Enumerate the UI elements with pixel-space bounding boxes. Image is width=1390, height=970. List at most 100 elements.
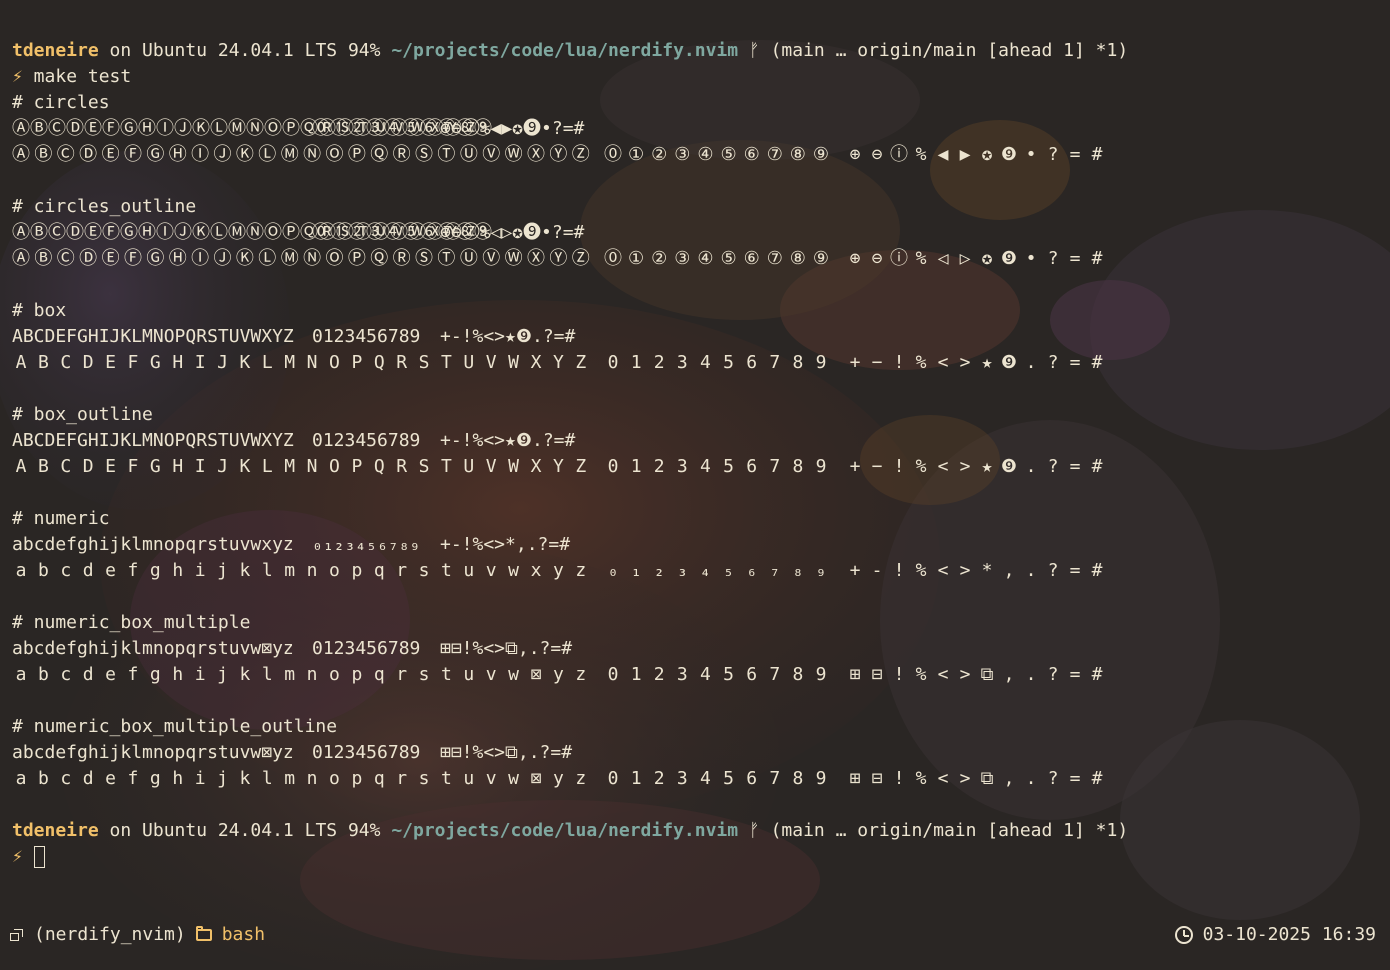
glyph: D (82, 352, 94, 373)
glyph: ⊞ (849, 664, 861, 685)
glyph: a (15, 664, 27, 685)
glyph: ? (1047, 664, 1059, 685)
glyph: ₃ (676, 560, 688, 581)
glyph: 2 (653, 352, 665, 373)
glyph: , (1003, 560, 1015, 581)
glyph: Ⓡ (392, 144, 411, 165)
section-title: # circles (12, 92, 110, 113)
glyph: y (552, 560, 564, 581)
glyph: f (127, 664, 139, 685)
glyph: ⊟ (871, 768, 883, 789)
glyph: Ⓛ (258, 144, 277, 165)
glyph: Ⓓ (79, 144, 98, 165)
prompt-user: tdeneire (12, 820, 99, 841)
section-title: # numeric_box_multiple_outline (12, 716, 338, 737)
compact-group: 0123456789 (312, 638, 421, 659)
glyph: X (530, 456, 542, 477)
glyph: . (1025, 352, 1037, 373)
glyph: , (1003, 664, 1015, 685)
glyph: v (485, 768, 497, 789)
glyph: Ⓟ (347, 144, 366, 165)
glyph: − (871, 352, 883, 373)
glyph: Y (552, 456, 564, 477)
glyph: H (172, 352, 184, 373)
glyph: J (217, 456, 228, 477)
glyph: . (1025, 664, 1037, 685)
compact-row: ⒶⒷⒸⒹⒺⒻⒼⒽⒾⒿⓀⓁⓂⓃⓄⓅⓆⓇⓈⓉⓊⓋⓌⓍⓎⓏ ⓪①②③④⑤⑥⑦⑧⑨ ⊕⊖ⓘ%… (12, 116, 1378, 142)
glyph: Ⓡ (392, 248, 411, 269)
glyph: 5 (723, 768, 734, 789)
glyph: Ⓐ (12, 248, 30, 269)
glyph: ⊟ (871, 664, 883, 685)
glyph: < (937, 352, 949, 373)
glyph: e (105, 768, 116, 789)
glyph: < (937, 560, 949, 581)
glyph: g (149, 560, 161, 581)
window-name[interactable]: bash (222, 922, 265, 948)
glyph: Ⓖ (146, 248, 165, 269)
glyph: = (1069, 664, 1081, 685)
glyph: T (441, 352, 452, 373)
text-cursor[interactable] (33, 846, 45, 868)
glyph: 2 (653, 768, 665, 789)
spaced-row: a b c d e f g h i j k l m n o p q r s t u v w x y z ₀ ₁ ₂ ₃ ₄ ₅ ₆ ₇ ₈ ₉ + -!%… (12, 558, 1378, 584)
compact-group: +-!%<>★❾.?=# (440, 326, 576, 347)
glyph: 7 (769, 664, 781, 685)
glyph: ⓘ (890, 248, 908, 269)
glyph: o (329, 768, 340, 789)
section-title: # numeric (12, 508, 110, 529)
glyph: r (396, 768, 408, 789)
glyph: ④ (697, 144, 714, 165)
glyph: ✪ (981, 144, 993, 165)
glyph: ③ (674, 144, 691, 165)
glyph: b (37, 560, 49, 581)
input-line[interactable]: ⚡ (12, 844, 1378, 870)
prompt-path: ~/projects/code/lua/nerdify.nvim (391, 820, 739, 841)
folder-icon (195, 926, 212, 941)
spaced-row: A B C D E F G H I J K L M N O P Q R S T U V W X Y Z 0 1 2 3 4 5 6 7 8 9 + −!%… (12, 454, 1378, 480)
glyph: C (60, 456, 72, 477)
glyph: G (149, 352, 161, 373)
glyph: Ⓥ (482, 144, 501, 165)
symbols-group: + −!% < > ★ ❾.? = # (844, 350, 1108, 376)
glyph: d (82, 768, 94, 789)
glyph: q (373, 768, 385, 789)
glyph: t (441, 560, 452, 581)
glyph: L (261, 352, 273, 373)
glyph: O (329, 456, 340, 477)
glyph: x (530, 560, 542, 581)
glyph: z (575, 664, 587, 685)
letters-group: Ⓐ Ⓑ Ⓒ Ⓓ Ⓔ Ⓕ Ⓖ Ⓗ Ⓘ Ⓙ Ⓚ Ⓛ Ⓜ Ⓝ Ⓞ Ⓟ Ⓠ Ⓡ Ⓢ Ⓣ Ⓤ Ⓥ Ⓦ Ⓧ Ⓨ Ⓩ (12, 246, 604, 272)
glyph: g (149, 664, 161, 685)
glyph: s (418, 664, 430, 685)
glyph: ⓘ (890, 144, 908, 165)
prompt-host-info: on Ubuntu 24.04.1 LTS 94% (98, 40, 392, 61)
glyph: n (306, 664, 318, 685)
glyph: t (441, 664, 452, 685)
compact-row: abcdefghijklmnopqrstuvw⊠yz 0123456789 ⊞⊟!%… (12, 636, 1378, 662)
glyph: 1 (630, 768, 642, 789)
glyph: i (194, 768, 206, 789)
glyph: = (1069, 456, 1081, 477)
glyph: m (284, 664, 296, 685)
glyph: B (37, 352, 49, 373)
glyph: Ⓑ (34, 248, 53, 269)
glyph: Ⓨ (549, 248, 568, 269)
glyph: r (396, 560, 408, 581)
glyph: > (959, 768, 971, 789)
glyph: 0 (607, 664, 619, 685)
glyph: b (37, 664, 49, 685)
glyph: ② (651, 144, 668, 165)
glyph: Ⓠ (370, 248, 389, 269)
glyph: < (937, 456, 949, 477)
glyph: C (60, 352, 72, 373)
glyph: 6 (746, 352, 758, 373)
glyph: S (418, 456, 430, 477)
glyph: # (1091, 144, 1103, 165)
glyph: Ⓦ (504, 248, 523, 269)
glyph: A (15, 352, 27, 373)
glyph: E (105, 456, 116, 477)
clock-icon (1174, 926, 1193, 944)
session-name[interactable]: (nerdify_nvim) (34, 922, 186, 948)
